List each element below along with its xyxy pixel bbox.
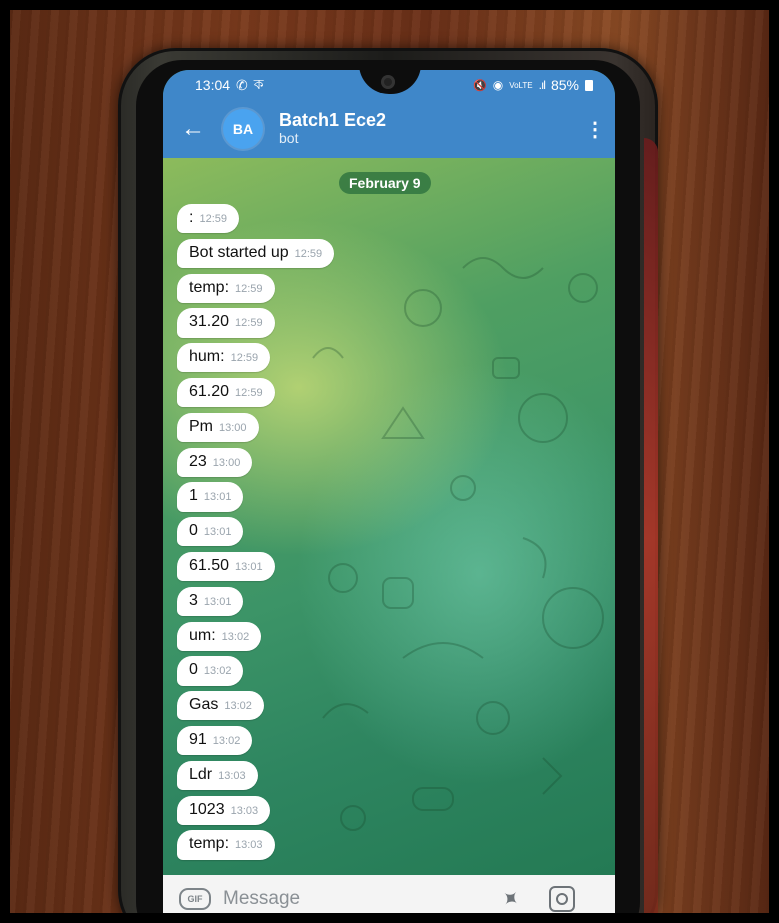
message-bubble[interactable]: Bot started up 12:59 (177, 238, 335, 269)
message-time: 13:01 (203, 595, 232, 608)
message-time: 13:01 (203, 526, 232, 539)
phone-screen: 13:04 ✆ ক 🔇 ◉ VoLTE .ıl 85% ← BA Batch1 … (163, 70, 615, 913)
message-text: : (189, 209, 194, 226)
message-time: 13:01 (235, 560, 263, 573)
message-time: 12:59 (230, 352, 259, 365)
message-text: 23 (189, 452, 207, 470)
back-arrow-icon[interactable]: ← (163, 115, 223, 143)
chat-area[interactable]: February 9 :12:59 Bot started up 12:59 temp… (163, 158, 615, 875)
signal-icon: .ıl (538, 78, 546, 92)
app-notification-icon: ক (253, 76, 264, 92)
message-bubble[interactable]: um: 13:02 (177, 621, 262, 651)
message-text: temp: (189, 835, 230, 853)
message-time: 12:59 (235, 282, 263, 295)
message-text: 0 (189, 661, 198, 679)
message-text: 0 (189, 522, 198, 540)
message-bubble[interactable]: 1 13:01 (177, 482, 244, 512)
message-time: 13:02 (212, 734, 241, 747)
message-time: 13:03 (235, 839, 263, 852)
status-left: 13:04 ✆ ক (195, 73, 264, 97)
message-bubble[interactable]: 0 13:02 (177, 656, 244, 686)
attach-icon[interactable]: ✦ (495, 883, 525, 913)
message-text: 91 (189, 730, 207, 748)
message-text: 31.20 (189, 313, 230, 331)
chat-header: ← BA Batch1 Ece2 bot ⋮ (163, 100, 615, 158)
message-bubble[interactable]: Ldr 13:03 (177, 760, 258, 791)
message-time: 12:59 (294, 247, 323, 260)
photo-background: 13:04 ✆ ক 🔇 ◉ VoLTE .ıl 85% ← BA Batch1 … (10, 10, 769, 913)
front-camera (381, 75, 395, 89)
message-text: 61.50 (189, 556, 230, 574)
gif-icon[interactable]: GIF (179, 888, 211, 910)
message-time: 13:02 (203, 665, 232, 678)
message-bubble[interactable]: hum: 12:59 (177, 343, 271, 373)
message-input[interactable] (221, 887, 465, 911)
hotspot-icon: ◉ (492, 78, 504, 92)
message-bubble[interactable]: 23 13:00 (177, 447, 253, 477)
message-bubble[interactable]: temp: 13:03 (177, 830, 275, 860)
chat-subtitle: bot (279, 130, 299, 147)
message-text: Pm (189, 417, 213, 435)
message-text: Bot started up (189, 243, 289, 261)
message-text: hum: (189, 348, 225, 366)
message-text: Gas (189, 696, 219, 714)
message-bubble[interactable]: 3 13:01 (177, 586, 244, 617)
more-options-icon[interactable]: ⋮ (575, 117, 615, 142)
message-time: 13:03 (218, 769, 246, 782)
chat-name: Batch1 Ece2 (279, 110, 387, 131)
message-time: 13:02 (221, 630, 250, 643)
avatar[interactable]: BA (223, 109, 263, 149)
message-text: 61.20 (189, 382, 230, 400)
message-composer: GIF ✦ (163, 875, 615, 913)
message-time: 12:59 (199, 213, 227, 225)
message-text: 1023 (189, 800, 225, 818)
message-bubble[interactable]: 91 13:02 (177, 725, 253, 756)
message-time: 12:59 (235, 317, 263, 330)
message-bubble[interactable]: 61.20 12:59 (177, 377, 275, 408)
message-bubble[interactable]: 0 13:01 (177, 517, 244, 547)
message-text: Ldr (189, 765, 213, 783)
message-text: 3 (189, 591, 198, 609)
message-bubble[interactable]: temp: 12:59 (177, 273, 275, 303)
date-chip: February 9 (339, 172, 431, 194)
volte-icon: VoLTE (509, 80, 533, 90)
message-text: temp: (189, 278, 230, 296)
battery-icon (585, 79, 593, 91)
message-time: 13:02 (224, 700, 252, 713)
message-bubble[interactable]: :12:59 (177, 204, 239, 234)
message-text: 1 (189, 487, 198, 505)
chat-title-block[interactable]: Batch1 Ece2 bot (279, 111, 386, 146)
message-time: 13:01 (203, 491, 232, 504)
message-text: um: (189, 626, 216, 644)
message-bubble[interactable]: 61.50 13:01 (177, 551, 275, 582)
message-time: 13:03 (230, 804, 259, 817)
whatsapp-notification-icon: ✆ (236, 76, 248, 93)
clock: 13:04 (195, 77, 231, 93)
message-time: 13:00 (212, 456, 241, 469)
status-bar: 13:04 ✆ ক 🔇 ◉ VoLTE .ıl 85% (163, 70, 615, 100)
message-bubble[interactable]: 1023 13:03 (177, 795, 271, 825)
message-bubble[interactable]: Gas 13:02 (177, 691, 264, 721)
mute-icon: 🔇 (473, 79, 487, 92)
status-right: 🔇 ◉ VoLTE .ıl 85% (473, 77, 593, 93)
message-list: :12:59 Bot started up 12:59 temp: 12:59 31.20… (177, 204, 335, 865)
message-bubble[interactable]: Pm 13:00 (177, 412, 259, 443)
case-edge (644, 138, 658, 913)
message-time: 13:00 (219, 421, 247, 434)
battery-percent: 85% (550, 77, 579, 93)
message-time: 12:59 (235, 386, 263, 399)
camera-icon[interactable] (549, 886, 576, 912)
message-bubble[interactable]: 31.20 12:59 (177, 308, 275, 338)
